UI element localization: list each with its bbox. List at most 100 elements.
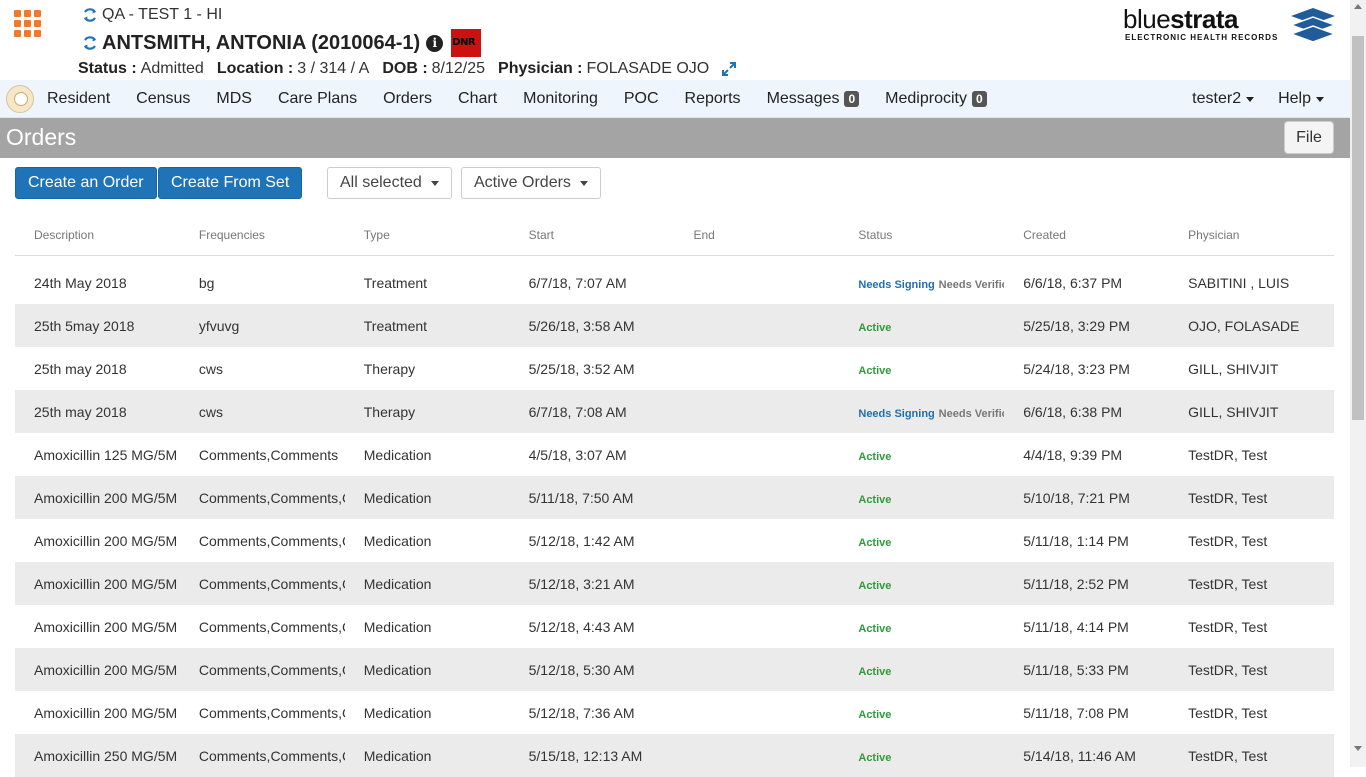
page-title: Orders [6,124,77,150]
table-row[interactable]: Amoxicillin 250 MG/5M Comments,Comments,C… [15,734,1334,777]
cell-description: Amoxicillin 200 MG/5M [34,489,178,506]
cell-frequencies: bg [198,274,215,291]
cell-physician: TestDR, Test [1188,661,1268,678]
nav-items: Resident Census MDS Care Plans Orders Ch… [34,80,1000,118]
cell-type: Medication [363,661,432,678]
column-header-type[interactable]: Type [345,228,510,242]
status-badge: Active [858,665,892,678]
create-order-button[interactable]: Create an Order [15,167,157,199]
orders-filter-dropdown[interactable]: Active Orders [461,167,601,199]
column-header-frequencies[interactable]: Frequencies [180,228,345,242]
cell-status: Needs Signing Needs Verific [839,275,1004,291]
info-icon[interactable]: i [426,34,444,52]
cell-start: 5/26/18, 3:58 AM [528,317,635,334]
cell-start: 6/7/18, 7:08 AM [528,403,627,420]
table-row[interactable]: Amoxicillin 125 MG/5M Comments,Comments Me… [15,433,1334,476]
scroll-up-icon[interactable] [1354,4,1362,9]
apps-grid-icon[interactable] [14,10,41,37]
facility-name: QA - TEST 1 - HI [82,6,222,24]
table-row[interactable]: 25th may 2018 cws Therapy 5/25/18, 3:52 AM A… [15,347,1334,390]
physician-label: Physician : [498,60,583,77]
selection-filter-dropdown[interactable]: All selected [327,167,452,199]
dob-value: 8/12/25 [431,60,486,77]
refresh-icon[interactable] [82,35,98,51]
status-badge: Active [858,708,892,721]
cell-physician: TestDR, Test [1188,489,1268,506]
nav-chart[interactable]: Chart [445,80,510,118]
cell-status: Active [839,748,1004,764]
nav-resident[interactable]: Resident [34,80,123,118]
nav-orders[interactable]: Orders [370,80,445,118]
cell-type: Medication [363,747,432,764]
messages-count-badge: 0 [844,91,860,107]
column-header-description[interactable]: Description [15,228,180,242]
nav-reports[interactable]: Reports [672,80,754,118]
nav-census[interactable]: Census [123,80,203,118]
nav-poc[interactable]: POC [611,80,672,118]
cell-description: Amoxicillin 200 MG/5M [34,704,178,721]
column-header-created[interactable]: Created [1004,228,1169,242]
column-header-physician[interactable]: Physician [1169,228,1334,242]
cell-description: 25th may 2018 [34,360,127,377]
table-row[interactable]: Amoxicillin 200 MG/5M Comments,Comments,C… [15,476,1334,519]
cell-frequencies: yfvuvg [198,317,240,334]
cell-description: 25th 5may 2018 [34,317,135,334]
scroll-down-icon[interactable] [1354,746,1362,751]
file-button[interactable]: File [1284,121,1334,154]
create-from-set-button[interactable]: Create From Set [158,167,303,199]
cell-description: 24th May 2018 [34,274,127,291]
orders-table: Description Frequencies Type Start End S… [15,214,1334,777]
patient-name: ANTSMITH, ANTONIA (2010064-1) [102,31,421,54]
location-value: 3 / 314 / A [297,60,370,77]
column-header-start[interactable]: Start [510,228,675,242]
patient-header: ANTSMITH, ANTONIA (2010064-1) i DNR [82,29,482,57]
table-row[interactable]: Amoxicillin 200 MG/5M Comments,Comments,C… [15,648,1334,691]
cell-description: Amoxicillin 125 MG/5M [34,446,178,463]
nav-care-plans[interactable]: Care Plans [265,80,370,118]
cell-created: 5/11/18, 2:52 PM [1023,575,1129,592]
app-logo-icon[interactable] [6,85,34,113]
page-scrollbar[interactable] [1350,0,1366,767]
column-header-end[interactable]: End [675,228,840,242]
table-row[interactable]: 24th May 2018 bg Treatment 6/7/18, 7:07 AM N… [15,261,1334,304]
cell-frequencies: Comments,Comments,C [198,747,345,764]
header: QA - TEST 1 - HI ANTSMITH, ANTONIA (2010… [0,0,1350,80]
page-title-bar: Orders [0,118,1350,158]
help-menu[interactable]: Help [1266,80,1336,118]
cell-created: 5/11/18, 7:08 PM [1023,704,1129,721]
logo-stack-icon [1289,8,1337,43]
cell-frequencies: cws [198,360,223,377]
nav-messages[interactable]: Messages 0 [754,80,873,118]
bluestrata-logo: bluestrata ELECTRONIC HEALTH RECORDS [1123,4,1337,44]
cell-status: Active [839,705,1004,721]
status-badge: Active [858,579,892,592]
caret-down-icon [1316,96,1324,102]
table-row[interactable]: Amoxicillin 200 MG/5M Comments,Comments,C… [15,519,1334,562]
nav-mds[interactable]: MDS [203,80,265,118]
cell-start: 5/12/18, 5:30 AM [528,661,635,678]
caret-down-icon [430,180,439,186]
table-row[interactable]: Amoxicillin 200 MG/5M Comments,Comments,C… [15,605,1334,648]
cell-physician: TestDR, Test [1188,704,1268,721]
nav-monitoring[interactable]: Monitoring [510,80,611,118]
cell-frequencies: Comments,Comments,C [198,489,345,506]
cell-status: Active [839,490,1004,506]
table-row[interactable]: 25th may 2018 cws Therapy 6/7/18, 7:08 AM Ne… [15,390,1334,433]
expand-icon[interactable] [721,61,737,77]
nav-mediprocity[interactable]: Mediprocity 0 [872,80,1000,118]
table-row[interactable]: Amoxicillin 200 MG/5M Comments,Comments,C… [15,562,1334,605]
cell-type: Medication [363,575,432,592]
column-header-status[interactable]: Status [839,228,1004,242]
cell-type: Medication [363,489,432,506]
user-menu[interactable]: tester2 [1180,80,1266,118]
cell-physician: TestDR, Test [1188,532,1268,549]
table-row[interactable]: Amoxicillin 200 MG/5M Comments,Comments,C… [15,691,1334,734]
table-row[interactable]: 25th 5may 2018 yfvuvg Treatment 5/26/18, 3:… [15,304,1334,347]
cell-created: 5/10/18, 7:21 PM [1023,489,1130,506]
scroll-thumb[interactable] [1352,36,1364,420]
refresh-icon[interactable] [82,7,98,23]
cell-frequencies: Comments,Comments,C [198,618,345,635]
cell-physician: SABITINI , LUIS [1188,274,1290,291]
cell-status: Active [839,619,1004,635]
status-badge: Active [858,493,892,506]
